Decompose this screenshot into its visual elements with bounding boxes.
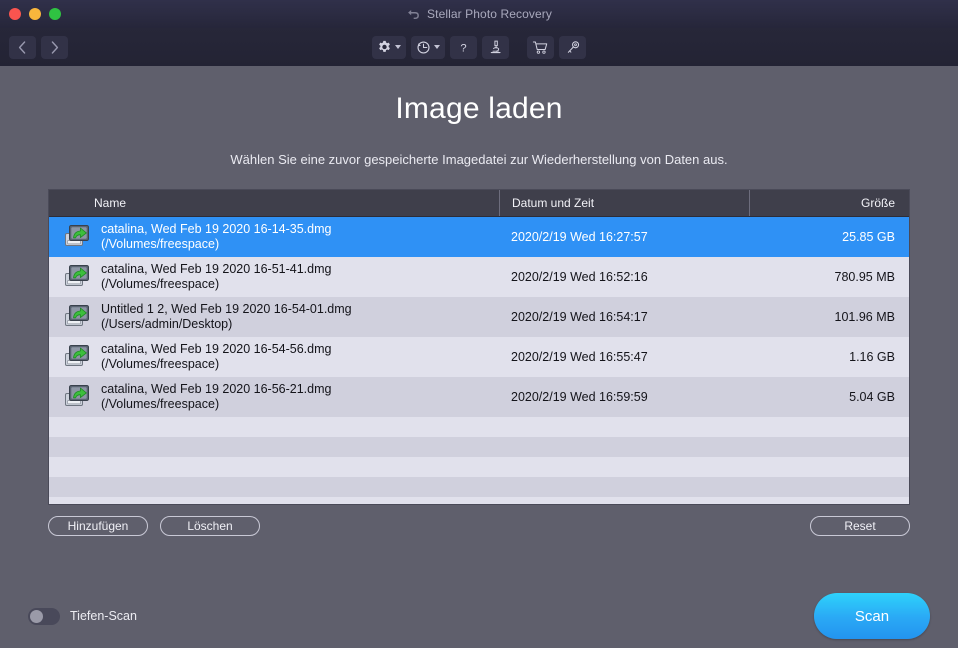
column-header-date[interactable]: Datum und Zeit — [499, 190, 749, 216]
file-path: (/Users/admin/Desktop) — [101, 317, 233, 331]
cell-name: catalina, Wed Feb 19 2020 16-14-35.dmg (/… — [49, 222, 499, 252]
shopping-cart-icon — [532, 40, 549, 55]
application-window: Stellar Photo Recovery ? Image laden Wäh… — [0, 0, 958, 648]
toolbar-main-tools: ? — [372, 35, 509, 59]
table-row[interactable]: catalina, Wed Feb 19 2020 16-54-56.dmg (/… — [49, 337, 909, 377]
disk-image-icon — [65, 225, 89, 246]
toolbar-right-tools — [527, 35, 586, 59]
file-path: (/Volumes/freespace) — [101, 277, 220, 291]
file-name-block: catalina, Wed Feb 19 2020 16-51-41.dmg (/… — [101, 262, 331, 292]
footer-bar: Tiefen-Scan Scan — [0, 584, 958, 648]
toolbar-center-cluster: ? — [0, 35, 958, 59]
title-bar-center: Stellar Photo Recovery — [0, 0, 958, 28]
disk-image-icon — [65, 385, 89, 406]
settings-button[interactable] — [372, 35, 406, 59]
table-header-row: Name Datum und Zeit Größe — [49, 190, 909, 217]
chevron-down-icon — [395, 45, 401, 49]
cell-size: 25.85 GB — [842, 230, 895, 244]
column-header-name[interactable]: Name — [49, 190, 499, 216]
file-name: catalina, Wed Feb 19 2020 16-14-35.dmg — [101, 222, 332, 236]
cell-date: 2020/2/19 Wed 16:27:57 — [511, 230, 648, 244]
cell-size: 5.04 GB — [849, 390, 895, 404]
table-empty-row — [49, 417, 909, 437]
file-name-block: catalina, Wed Feb 19 2020 16-56-21.dmg (/… — [101, 382, 331, 412]
file-path: (/Volumes/freespace) — [101, 357, 220, 371]
file-path: (/Volumes/freespace) — [101, 237, 220, 251]
minimize-button[interactable] — [29, 8, 41, 20]
table-action-bar: Hinzufügen Löschen Reset — [48, 516, 910, 536]
gear-icon — [377, 40, 392, 55]
table-row[interactable]: catalina, Wed Feb 19 2020 16-51-41.dmg (/… — [49, 257, 909, 297]
close-button[interactable] — [9, 8, 21, 20]
table-row[interactable]: Untitled 1 2, Wed Feb 19 2020 16-54-01.d… — [49, 297, 909, 337]
question-mark-icon: ? — [456, 40, 471, 55]
file-name: catalina, Wed Feb 19 2020 16-56-21.dmg — [101, 382, 332, 396]
deep-scan-toggle-group: Tiefen-Scan — [28, 607, 137, 625]
column-header-size[interactable]: Größe — [749, 190, 909, 216]
chevron-down-icon — [434, 45, 440, 49]
key-icon — [565, 40, 581, 55]
file-name-block: catalina, Wed Feb 19 2020 16-54-56.dmg (/… — [101, 342, 331, 372]
cell-date: 2020/2/19 Wed 16:54:17 — [511, 310, 648, 324]
add-button[interactable]: Hinzufügen — [48, 516, 148, 536]
file-name: catalina, Wed Feb 19 2020 16-54-56.dmg — [101, 342, 332, 356]
disk-image-icon — [65, 265, 89, 286]
file-name-block: catalina, Wed Feb 19 2020 16-14-35.dmg (/… — [101, 222, 331, 252]
cell-date: 2020/2/19 Wed 16:55:47 — [511, 350, 648, 364]
cell-date: 2020/2/19 Wed 16:52:16 — [511, 270, 648, 284]
preview-button[interactable] — [482, 35, 509, 59]
window-controls — [9, 8, 61, 20]
switch-knob — [30, 609, 43, 623]
file-name: Untitled 1 2, Wed Feb 19 2020 16-54-01.d… — [101, 302, 352, 316]
window-title: Stellar Photo Recovery — [427, 7, 552, 21]
recovery-history-button[interactable] — [411, 35, 445, 59]
clock-rotate-icon — [416, 40, 431, 55]
table-empty-row — [49, 497, 909, 504]
buy-button[interactable] — [527, 35, 554, 59]
cell-date: 2020/2/19 Wed 16:59:59 — [511, 390, 648, 404]
table-empty-rows — [49, 417, 909, 504]
file-name: catalina, Wed Feb 19 2020 16-51-41.dmg — [101, 262, 332, 276]
svg-text:?: ? — [460, 42, 466, 54]
disk-image-icon — [65, 305, 89, 326]
cell-size: 101.96 MB — [834, 310, 895, 324]
cell-name: catalina, Wed Feb 19 2020 16-54-56.dmg (/… — [49, 342, 499, 372]
activate-button[interactable] — [559, 35, 586, 59]
disk-image-icon — [65, 345, 89, 366]
cell-name: catalina, Wed Feb 19 2020 16-51-41.dmg (/… — [49, 262, 499, 292]
page-subtitle: Wählen Sie eine zuvor gespeicherte Image… — [230, 152, 728, 167]
reset-button[interactable]: Reset — [810, 516, 910, 536]
table-empty-row — [49, 477, 909, 497]
back-arrow-icon — [406, 7, 421, 21]
main-content: Image laden Wählen Sie eine zuvor gespei… — [0, 66, 958, 648]
page-title: Image laden — [395, 92, 563, 125]
table-body: catalina, Wed Feb 19 2020 16-14-35.dmg (/… — [49, 217, 909, 417]
table-empty-row — [49, 437, 909, 457]
cell-size: 780.95 MB — [834, 270, 895, 284]
cell-name: Untitled 1 2, Wed Feb 19 2020 16-54-01.d… — [49, 302, 499, 332]
table-empty-row — [49, 457, 909, 477]
zoom-button[interactable] — [49, 8, 61, 20]
microscope-icon — [488, 39, 503, 55]
delete-button[interactable]: Löschen — [160, 516, 260, 536]
file-name-block: Untitled 1 2, Wed Feb 19 2020 16-54-01.d… — [101, 302, 352, 332]
deep-scan-switch[interactable] — [28, 607, 60, 625]
help-button[interactable]: ? — [450, 35, 477, 59]
toolbar: ? — [0, 28, 958, 66]
file-path: (/Volumes/freespace) — [101, 397, 220, 411]
table-row[interactable]: catalina, Wed Feb 19 2020 16-14-35.dmg (/… — [49, 217, 909, 257]
cell-name: catalina, Wed Feb 19 2020 16-56-21.dmg (/… — [49, 382, 499, 412]
title-bar: Stellar Photo Recovery — [0, 0, 958, 28]
image-file-table: Name Datum und Zeit Größe catalina, Wed … — [48, 189, 910, 505]
table-row[interactable]: catalina, Wed Feb 19 2020 16-56-21.dmg (/… — [49, 377, 909, 417]
deep-scan-label: Tiefen-Scan — [70, 609, 137, 623]
scan-button[interactable]: Scan — [814, 593, 930, 639]
cell-size: 1.16 GB — [849, 350, 895, 364]
